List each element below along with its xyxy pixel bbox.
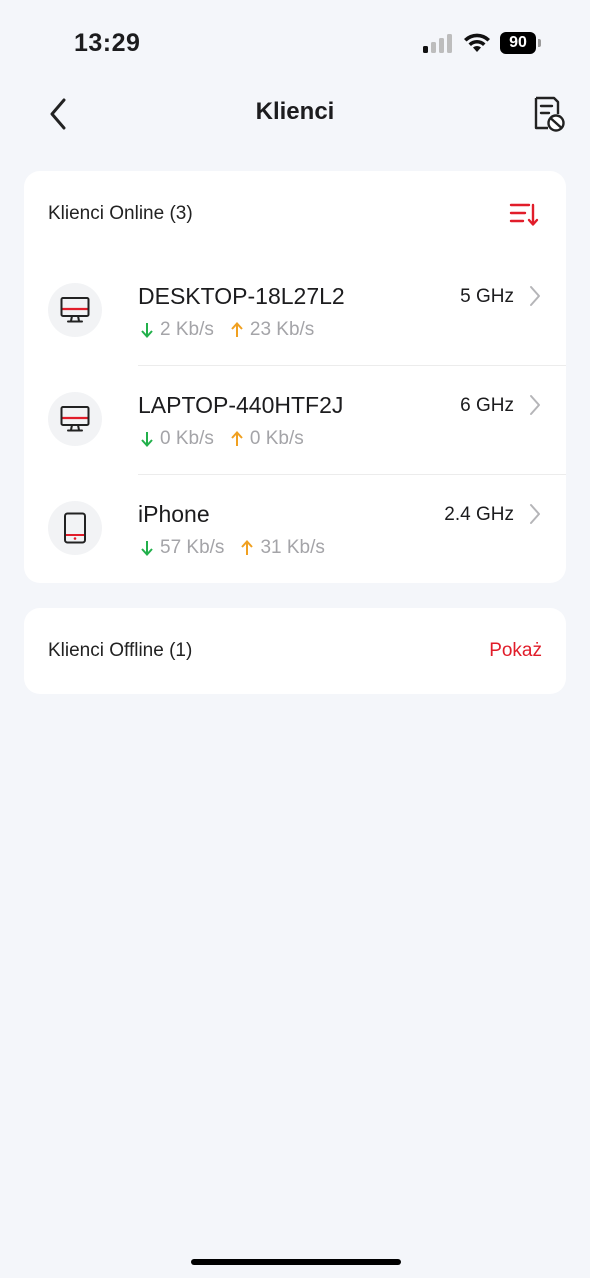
upload-value: 23 Kb/s: [249, 319, 315, 340]
client-speeds: 57 Kb/s 31 Kb/s: [140, 537, 341, 559]
chevron-right-icon: [530, 286, 540, 306]
download-speed: 0 Kb/s: [140, 428, 214, 450]
desktop-icon: [60, 297, 90, 323]
arrow-up-icon: [231, 322, 243, 337]
page-title: Klienci: [255, 98, 335, 125]
offline-clients-title: Klienci Offline (1): [48, 640, 193, 661]
client-name: DESKTOP-18L27L2: [138, 283, 345, 309]
chevron-right-icon: [530, 504, 540, 524]
client-band: 5 GHz: [460, 286, 514, 307]
offline-clients-card: Klienci Offline (1) Pokaż: [24, 608, 566, 694]
home-indicator[interactable]: [191, 1259, 401, 1265]
chevron-right-icon: [530, 395, 540, 415]
client-name: LAPTOP-440HTF2J: [138, 392, 344, 418]
battery-level: 90: [500, 32, 536, 54]
upload-speed: 31 Kb/s: [240, 537, 325, 559]
download-value: 57 Kb/s: [160, 537, 225, 558]
arrow-down-icon: [141, 541, 153, 556]
client-row[interactable]: DESKTOP-18L27L2 2 Kb/s 23 Kb/s 5 GHz: [24, 257, 566, 366]
client-speeds: 0 Kb/s 0 Kb/s: [140, 428, 320, 450]
online-clients-card: Klienci Online (3) DESKTOP-18L27L2 2 Kb/…: [24, 171, 566, 583]
status-bar: 13:29 90: [0, 0, 590, 86]
tablet-icon: [64, 512, 86, 544]
arrow-up-icon: [231, 431, 243, 446]
client-speeds: 2 Kb/s 23 Kb/s: [140, 319, 330, 341]
upload-value: 0 Kb/s: [249, 428, 304, 449]
client-row[interactable]: LAPTOP-440HTF2J 0 Kb/s 0 Kb/s 6 GHz: [24, 366, 566, 475]
download-speed: 2 Kb/s: [140, 319, 214, 341]
nav-bar: Klienci: [0, 86, 590, 142]
download-speed: 57 Kb/s: [140, 537, 224, 559]
client-name: iPhone: [138, 501, 210, 527]
client-band: 6 GHz: [460, 395, 514, 416]
device-icon-badge: [48, 501, 102, 555]
arrow-up-icon: [241, 540, 254, 555]
battery-icon: 90: [500, 32, 542, 54]
download-value: 0 Kb/s: [160, 428, 214, 449]
download-value: 2 Kb/s: [160, 319, 214, 340]
status-time: 13:29: [74, 29, 141, 57]
sort-icon[interactable]: [508, 199, 540, 231]
device-icon-badge: [48, 392, 102, 446]
clients-screen: 13:29 90 Klienci Klienci Online (3) DESK…: [0, 0, 590, 1278]
cellular-signal-icon: [423, 34, 452, 53]
desktop-icon: [60, 406, 90, 432]
device-icon-badge: [48, 283, 102, 337]
client-row[interactable]: iPhone 57 Kb/s 31 Kb/s 2.4 GHz: [24, 475, 566, 583]
wifi-icon: [464, 33, 490, 52]
upload-value: 31 Kb/s: [260, 537, 325, 558]
show-offline-button[interactable]: Pokaż: [489, 640, 542, 662]
upload-speed: 0 Kb/s: [230, 428, 304, 450]
upload-speed: 23 Kb/s: [230, 319, 314, 341]
arrow-down-icon: [141, 432, 153, 447]
blocklist-icon[interactable]: [528, 94, 568, 134]
online-clients-title: Klienci Online (3): [48, 203, 193, 224]
client-band: 2.4 GHz: [444, 504, 514, 525]
arrow-down-icon: [141, 323, 153, 338]
